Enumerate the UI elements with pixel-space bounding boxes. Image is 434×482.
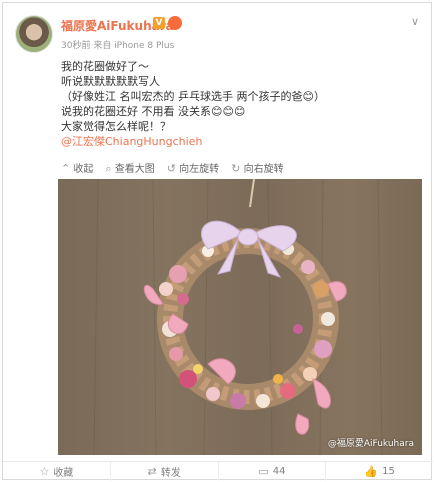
post-text: 我的花圈做好了～ 听说默默默默默写人 （好像姓江 名叫宏杰的 乒乓球选手 两个孩…: [61, 59, 325, 149]
repost-icon: ⇄: [147, 465, 157, 478]
zoom-icon: ⌕: [105, 162, 112, 175]
repost-label: 转发: [160, 468, 181, 479]
comment-button[interactable]: ▭ 44: [219, 462, 327, 481]
like-button[interactable]: 👍 15: [326, 462, 433, 481]
action-bar: ☆ 收藏 ⇄ 转发 ▭ 44 👍 15: [3, 461, 433, 481]
rotate-right-icon: ↻: [231, 162, 241, 175]
rotate-left-icon: ↺: [166, 162, 176, 175]
avatar[interactable]: [15, 15, 53, 53]
verified-icon: V: [153, 17, 165, 29]
mention-link[interactable]: @江宏傑ChiangHungchieh: [61, 134, 325, 149]
favorite-button[interactable]: ☆ 收藏: [3, 462, 111, 481]
favorite-label: 收藏: [53, 468, 74, 479]
view-large-button[interactable]: ⌕ 查看大图: [105, 160, 154, 176]
collapse-icon: ⌃: [61, 162, 71, 175]
post-line: （好像姓江 名叫宏杰的 乒乓球选手 两个孩子的爸😊）: [61, 90, 325, 103]
like-count: 15: [382, 466, 395, 477]
chevron-down-icon[interactable]: ∨: [411, 15, 419, 28]
post-photo[interactable]: @福原愛AiFukuhara: [58, 179, 422, 455]
thumbs-up-icon: 👍: [364, 465, 379, 478]
collapse-button[interactable]: ⌃ 收起: [61, 160, 93, 176]
image-toolbar: ⌃ 收起 ⌕ 查看大图 ↺ 向左旋转 ↻ 向右旋转: [61, 160, 284, 176]
weibo-post-card: 福原愛AiFukuhara V 30秒前 来自 iPhone 8 Plus ∨ …: [2, 2, 433, 481]
image-watermark: @福原愛AiFukuhara: [327, 439, 414, 449]
post-line: 说我的花圈还好 不用看 没关系😊😊😊: [61, 105, 246, 118]
comment-icon: ▭: [258, 465, 269, 478]
star-icon: ☆: [39, 465, 50, 478]
post-line: 大家觉得怎么样呢！？: [61, 120, 171, 133]
repost-button[interactable]: ⇄ 转发: [111, 462, 219, 481]
post-meta: 30秒前 来自 iPhone 8 Plus: [61, 41, 175, 51]
wreath-illustration: [93, 179, 383, 455]
post-line: 我的花圈做好了～: [61, 60, 149, 73]
rotate-right-button[interactable]: ↻ 向右旋转: [231, 160, 283, 176]
rotate-left-button[interactable]: ↺ 向左旋转: [167, 160, 219, 176]
post-line: 听说默默默默默写人: [61, 75, 160, 88]
member-badge-icon: [168, 16, 182, 30]
comment-count: 44: [272, 466, 286, 477]
